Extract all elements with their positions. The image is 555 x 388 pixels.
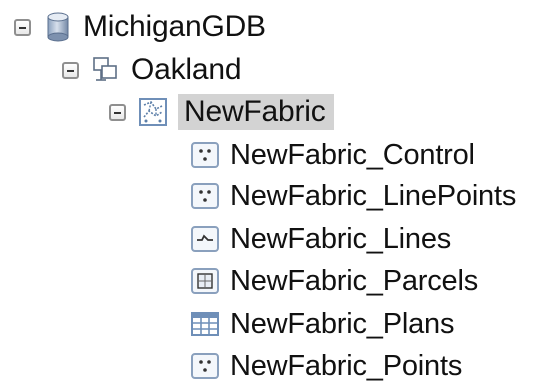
point-feature-class-icon bbox=[190, 351, 220, 381]
tree-node-label: NewFabric_Parcels bbox=[230, 265, 479, 297]
collapse-toggle-icon[interactable] bbox=[109, 103, 126, 121]
point-feature-class-icon bbox=[190, 181, 220, 211]
tree-node-newfabric-lines[interactable]: NewFabric_Lines bbox=[190, 218, 451, 260]
tree-node-label: MichiganGDB bbox=[83, 10, 266, 43]
tree-node-label: NewFabric_LinePoints bbox=[230, 180, 517, 212]
tree-node-label: NewFabric_Lines bbox=[230, 223, 452, 255]
tree-node-newfabric[interactable]: NewFabric bbox=[109, 91, 334, 133]
geodatabase-cylinder-icon bbox=[43, 12, 73, 42]
tree-node-newfabric-parcels[interactable]: NewFabric_Parcels bbox=[190, 260, 478, 302]
tree-node-newfabric-plans[interactable]: NewFabric_Plans bbox=[190, 303, 454, 345]
tree-node-label-selected: NewFabric bbox=[178, 94, 334, 130]
point-feature-class-icon bbox=[190, 140, 220, 170]
polygon-feature-class-icon bbox=[190, 266, 220, 296]
tree-node-newfabric-control[interactable]: NewFabric_Control bbox=[190, 134, 475, 176]
collapse-toggle-icon[interactable] bbox=[62, 61, 79, 79]
tree-node-label: NewFabric_Control bbox=[230, 139, 475, 171]
tree-node-label: NewFabric_Points bbox=[230, 350, 463, 382]
parcel-fabric-icon bbox=[138, 97, 168, 127]
feature-dataset-icon bbox=[91, 55, 121, 85]
catalog-tree: MichiganGDB Oakland NewFabric NewFabric_… bbox=[0, 0, 555, 388]
collapse-toggle-icon[interactable] bbox=[14, 18, 31, 36]
tree-node-newfabric-points[interactable]: NewFabric_Points bbox=[190, 345, 462, 387]
tree-node-newfabric-linepoints[interactable]: NewFabric_LinePoints bbox=[190, 175, 516, 217]
tree-node-oakland[interactable]: Oakland bbox=[62, 49, 242, 91]
tree-node-label: NewFabric_Plans bbox=[230, 308, 455, 340]
tree-node-michigangdb[interactable]: MichiganGDB bbox=[14, 6, 266, 48]
table-icon bbox=[190, 309, 220, 339]
line-feature-class-icon bbox=[190, 224, 220, 254]
tree-node-label: Oakland bbox=[131, 53, 242, 86]
